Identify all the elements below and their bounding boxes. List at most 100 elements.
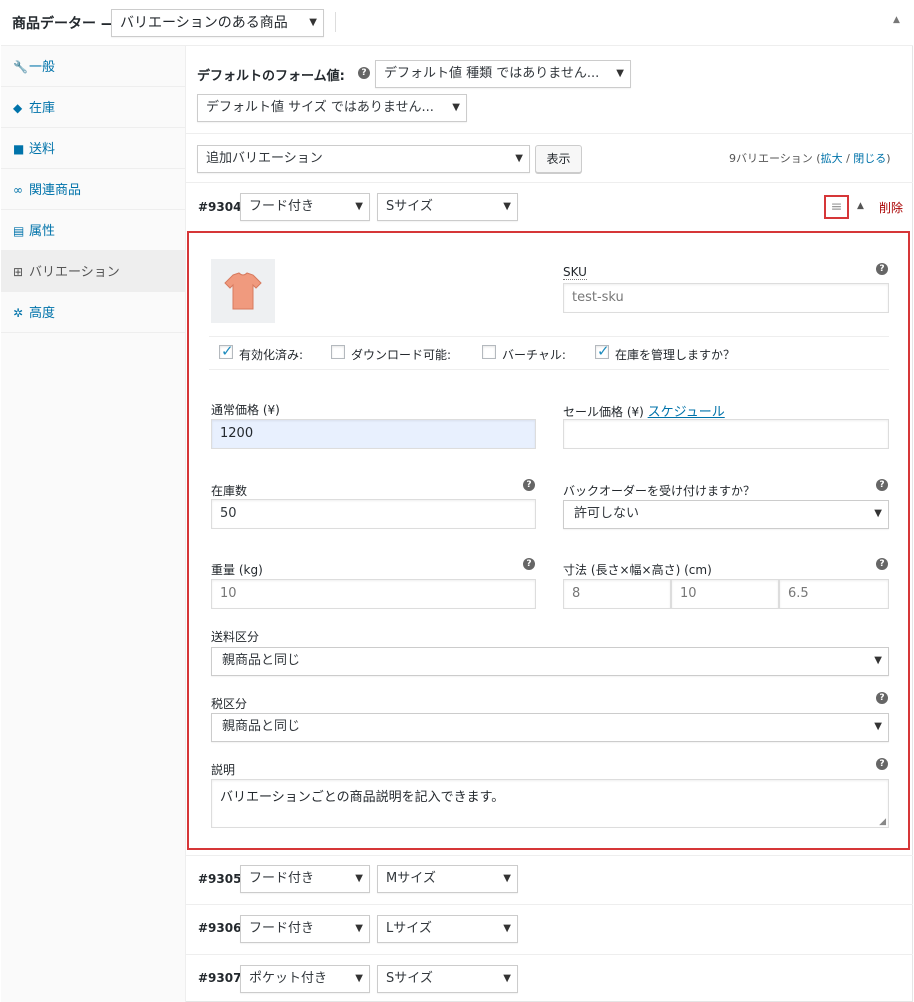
close-link[interactable]: 閉じる [853,152,886,165]
divider [186,855,913,856]
tabs-sidebar: 🔧一般 ◆ 在庫 ■ 送料 ∞ 関連商品 ▤ 属性 ⊞ バリエーション ✲ 高度 [1,46,186,1002]
variation-attr1-value: ポケット付き [249,971,328,986]
height-placeholder: 6.5 [788,586,809,601]
sku-placeholder: test-sku [572,290,624,305]
help-icon: ? [876,692,888,704]
sku-label: SKU [563,265,587,280]
length-input[interactable]: 8 [563,579,671,609]
sale-price-input[interactable] [563,419,889,449]
check-icon: ✓ [597,342,610,360]
wrench-icon: 🔧 [13,60,28,74]
product-type-value: バリエーションのある商品 [120,15,288,31]
tab-variations[interactable]: ⊞ バリエーション [1,251,186,292]
tab-attributes[interactable]: ▤ 属性 [1,210,186,251]
list-icon: ▤ [13,224,25,238]
variation-image[interactable] [211,259,275,323]
menu-icon: ≡ [830,199,843,215]
weight-input[interactable]: 10 [211,579,536,609]
variation-attr1-select[interactable]: フード付き ▼ [240,915,370,943]
expand-link[interactable]: 拡大 [821,152,843,165]
chevron-down-icon: ▼ [355,873,363,884]
enabled-checkbox[interactable]: ✓ [219,342,234,360]
help-icon: ? [358,67,370,79]
default-size-value: デフォルト値 サイズ ではありません... [206,100,434,115]
variation-attr2-select[interactable]: Sサイズ ▼ [377,193,518,221]
variation-panel [187,231,910,850]
help-icon: ? [523,479,535,491]
help-glyph: ? [879,480,885,490]
height-input[interactable]: 6.5 [779,579,889,609]
divider [186,133,913,134]
description-textarea[interactable]: バリエーションごとの商品説明を記入できます。 ◢ [211,779,889,828]
tab-advanced[interactable]: ✲ 高度 [1,292,186,333]
help-glyph: ? [879,693,885,703]
tab-general[interactable]: 🔧一般 [1,46,186,87]
header-divider [335,12,336,32]
check-icon: ✓ [221,342,234,360]
chevron-down-icon: ▼ [355,201,363,212]
backorder-select[interactable]: 許可しない ▼ [563,500,889,529]
collapse-icon[interactable]: ▲ [893,15,900,25]
manage-stock-checkbox[interactable]: ✓ [595,342,610,360]
product-type-select[interactable]: バリエーションのある商品 ▼ [111,9,324,37]
help-icon: ? [876,558,888,570]
show-button[interactable]: 表示 [535,145,582,173]
variation-attr1-select[interactable]: フード付き ▼ [240,193,370,221]
variation-count-close: ) [886,152,891,165]
variation-attr2-select[interactable]: Mサイズ ▼ [377,865,518,893]
resize-handle-icon[interactable]: ◢ [879,817,886,827]
default-type-value: デフォルト値 種類 ではありません... [384,66,600,81]
variation-id: #9307 [198,971,242,985]
help-glyph: ? [361,68,367,78]
tshirt-icon [224,272,262,310]
tab-shipping[interactable]: ■ 送料 [1,128,186,169]
enabled-label: 有効化済み: [239,348,304,362]
show-button-label: 表示 [546,152,571,166]
default-values-label: デフォルトのフォーム値: [197,69,345,84]
downloadable-checkbox[interactable] [331,345,345,359]
stock-label: 在庫数 [211,484,248,498]
divider [186,182,913,183]
shipping-class-select[interactable]: 親商品と同じ ▼ [211,647,889,676]
sale-price-label-text: セール価格 (¥) [563,405,648,419]
weight-label: 重量 (kg) [211,563,263,577]
width-input[interactable]: 10 [671,579,779,609]
default-type-select[interactable]: デフォルト値 種類 ではありません... ▼ [375,60,631,88]
chevron-down-icon: ▼ [515,153,523,164]
delete-link[interactable]: 削除 [879,199,903,216]
sku-input[interactable]: test-sku [563,283,889,313]
divider [186,954,913,955]
regular-price-input[interactable]: 1200 [211,419,536,449]
help-glyph: ? [879,264,885,274]
schedule-link[interactable]: スケジュール [648,405,725,420]
tab-linked-products[interactable]: ∞ 関連商品 [1,169,186,210]
virtual-checkbox[interactable] [482,345,496,359]
help-glyph: ? [526,480,532,490]
chevron-down-icon: ▼ [452,102,460,113]
bulk-action-select[interactable]: 追加バリエーション ▼ [197,145,530,173]
tag-icon: ◆ [13,101,23,115]
chevron-down-icon: ▼ [503,873,511,884]
tab-label: 在庫 [29,101,56,116]
chevron-down-icon: ▼ [355,973,363,984]
variation-attr1-select[interactable]: ポケット付き ▼ [240,965,370,993]
variation-attr2-select[interactable]: Sサイズ ▼ [377,965,518,993]
chevron-down-icon: ▼ [874,721,882,732]
stock-input[interactable]: 50 [211,499,536,529]
expand-toggle-icon[interactable]: ▲ [857,201,864,211]
help-icon: ? [876,263,888,275]
variation-id: #9305 [198,872,242,886]
variation-count-text: 9バリエーション ( [729,152,821,165]
length-placeholder: 8 [572,586,581,601]
chevron-down-icon: ▼ [503,973,511,984]
sort-handle[interactable]: ≡ [824,195,849,219]
tax-class-select[interactable]: 親商品と同じ ▼ [211,713,889,742]
variation-attr1-select[interactable]: フード付き ▼ [240,865,370,893]
variation-attr2-select[interactable]: Lサイズ ▼ [377,915,518,943]
tab-inventory[interactable]: ◆ 在庫 [1,87,186,128]
width-placeholder: 10 [680,586,697,601]
tab-label: 送料 [29,142,56,157]
shipping-class-value: 親商品と同じ [222,653,301,668]
default-size-select[interactable]: デフォルト値 サイズ ではありません... ▼ [197,94,467,122]
divider [209,369,889,370]
